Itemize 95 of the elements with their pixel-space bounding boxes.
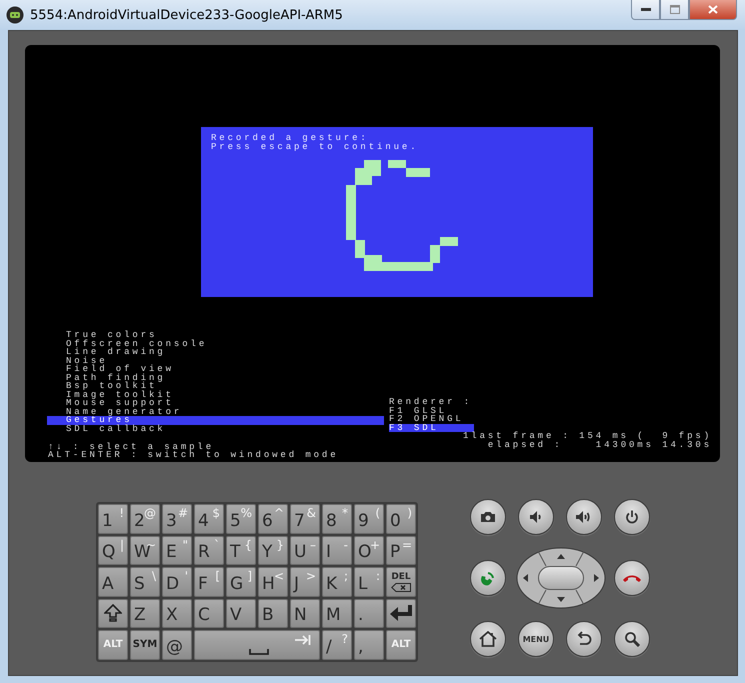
key[interactable]: P= <box>386 536 416 565</box>
hint-text: ALT-ENTER : switch to windowed mode <box>48 451 340 460</box>
key[interactable]: 3# <box>162 504 192 534</box>
key[interactable]: U – <box>290 536 320 565</box>
key[interactable]: I - <box>322 536 352 565</box>
window-title: 5554:AndroidVirtualDevice233-GoogleAPI-ARM5 <box>30 8 344 22</box>
key[interactable]: . <box>354 598 384 628</box>
stats-text: elapsed : 14300ms 14.30s <box>486 440 712 450</box>
key[interactable]: Z <box>130 598 160 628</box>
key[interactable]: L : <box>354 567 384 596</box>
renderer-option[interactable]: F1 GLSL <box>389 406 712 416</box>
key[interactable]: E " <box>162 536 192 565</box>
minimize-icon <box>640 8 650 12</box>
dialog-text: Press escape to continue. <box>211 142 420 152</box>
key[interactable]: / ? <box>322 630 352 660</box>
power-button[interactable] <box>614 499 650 535</box>
key[interactable]: C <box>194 598 224 628</box>
sample-menu-item[interactable]: True colors <box>47 331 389 340</box>
space-bar-icon <box>249 648 269 654</box>
search-button[interactable] <box>614 621 650 657</box>
menu-button[interactable]: MENU <box>518 621 554 657</box>
volume-down-icon <box>529 510 543 524</box>
key[interactable]: J > <box>290 567 320 596</box>
sample-menu-item[interactable]: Noise <box>47 356 389 366</box>
enter-icon <box>389 605 413 622</box>
key[interactable]: N <box>290 598 320 628</box>
sample-menu-item[interactable]: Image toolkit <box>47 390 389 400</box>
key[interactable]: 2@ <box>130 504 160 534</box>
shift-key[interactable] <box>98 598 128 628</box>
sample-menu-item[interactable]: Path finding <box>47 374 389 382</box>
key[interactable]: V <box>226 598 256 628</box>
modifier-key[interactable]: SYM <box>130 630 160 660</box>
maximize-icon <box>670 5 680 14</box>
key[interactable]: 7& <box>290 504 320 534</box>
delete-key[interactable]: DEL <box>386 567 416 596</box>
key[interactable]: 5% <box>226 504 256 534</box>
sample-menu-item[interactable]: Line drawing <box>47 348 389 357</box>
stats-text: 1last frame : 154 ms ( 9 fps) <box>462 432 712 441</box>
home-button[interactable] <box>470 621 506 657</box>
sample-menu-item[interactable]: Offscreen console <box>47 340 389 348</box>
key[interactable]: K ; <box>322 567 352 596</box>
enter-key[interactable] <box>386 598 416 628</box>
key[interactable]: 0 ) <box>386 504 416 534</box>
camera-button[interactable] <box>470 499 506 535</box>
key[interactable]: M <box>322 598 352 628</box>
end-call-button[interactable] <box>614 560 650 596</box>
key[interactable]: T { <box>226 536 256 565</box>
key[interactable]: W~ <box>130 536 160 565</box>
camera-icon <box>480 511 496 523</box>
key[interactable]: , <box>354 630 384 660</box>
d-pad-center-button[interactable] <box>538 566 584 590</box>
close-icon <box>708 5 718 14</box>
key[interactable]: D ' <box>162 567 192 596</box>
sample-menu-item[interactable]: SDL callback <box>47 425 389 434</box>
tab-arrow-icon <box>295 635 311 645</box>
volume-up-button[interactable] <box>566 499 602 535</box>
key[interactable]: A <box>98 567 128 596</box>
hint-text: ↑↓ : select a sample <box>48 442 214 452</box>
sample-menu-item[interactable]: Gestures <box>47 416 384 426</box>
key[interactable]: R ` <box>194 536 224 565</box>
sample-menu-item[interactable]: Mouse support <box>47 399 389 408</box>
sample-menu-item[interactable]: Name generator <box>47 408 389 416</box>
renderer-option[interactable]: F2 OPENGL <box>389 415 712 424</box>
volume-down-button[interactable] <box>518 499 554 535</box>
key[interactable]: F [ <box>194 567 224 596</box>
search-icon <box>624 631 640 647</box>
house-icon <box>479 631 497 647</box>
key[interactable]: G ] <box>226 567 256 596</box>
key[interactable]: Q | <box>98 536 128 565</box>
key[interactable]: 1 ! <box>98 504 128 534</box>
key[interactable]: O+ <box>354 536 384 565</box>
back-arrow-icon <box>576 631 592 647</box>
sample-menu-item[interactable]: Field of view <box>47 365 389 374</box>
key[interactable]: @ <box>162 630 192 660</box>
backspace-icon <box>391 582 411 592</box>
renderer-heading: Renderer : <box>389 398 474 407</box>
power-icon <box>625 510 639 524</box>
dialog-text: Recorded a gesture: <box>211 134 369 143</box>
app-icon <box>6 6 24 24</box>
shift-icon <box>104 604 122 622</box>
key[interactable]: B <box>258 598 288 628</box>
back-button[interactable] <box>566 621 602 657</box>
key[interactable]: X <box>162 598 192 628</box>
key[interactable]: H< <box>258 567 288 596</box>
key[interactable]: 4 $ <box>194 504 224 534</box>
minimize-button[interactable] <box>631 0 660 20</box>
key[interactable]: S \ <box>130 567 160 596</box>
key[interactable]: Y } <box>258 536 288 565</box>
close-button[interactable] <box>689 0 737 20</box>
sample-menu-item[interactable]: Bsp toolkit <box>47 382 389 391</box>
call-button[interactable] <box>470 560 506 596</box>
key[interactable]: 6^ <box>258 504 288 534</box>
key[interactable]: 8 * <box>322 504 352 534</box>
key[interactable]: 9 ( <box>354 504 384 534</box>
renderer-option[interactable]: F3 SDL <box>389 424 474 432</box>
